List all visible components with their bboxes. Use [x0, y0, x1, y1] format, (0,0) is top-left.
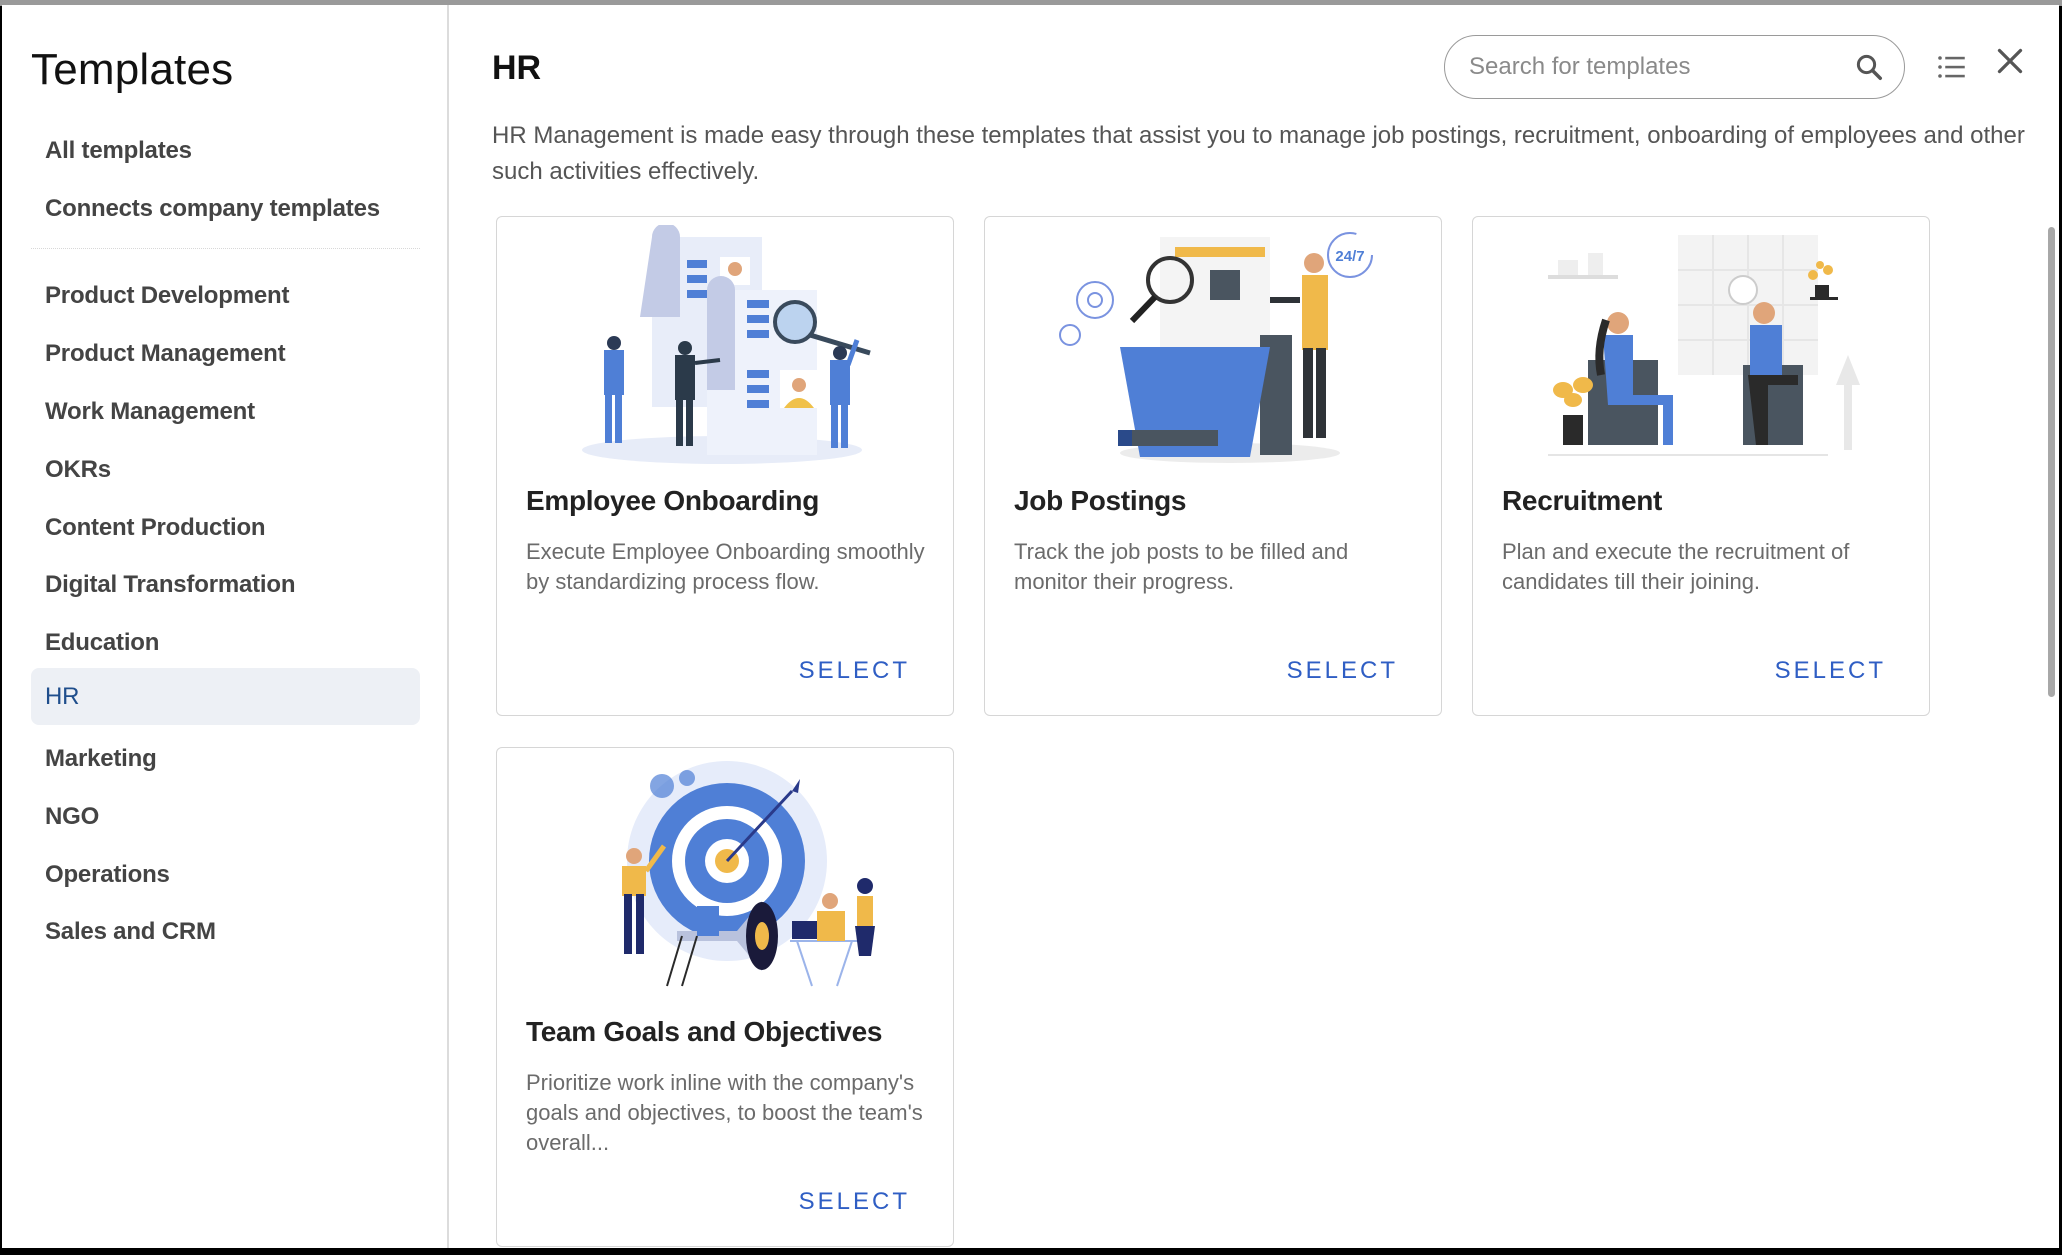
card-title: Team Goals and Objectives [526, 1016, 883, 1047]
recruitment-illustration [1548, 235, 1860, 456]
team-goals-illustration [622, 761, 875, 987]
sidebar-item-digital-transformation[interactable]: Digital Transformation [31, 556, 420, 613]
select-button[interactable]: SELECT [799, 657, 910, 685]
card-description: Execute Employee Onboarding smoothly by … [526, 539, 925, 594]
sidebar-item-marketing[interactable]: Marketing [31, 730, 420, 787]
job-postings-illustration: 24/7 [1059, 232, 1373, 463]
badge-24-7: 24/7 [1335, 248, 1364, 265]
select-button[interactable]: SELECT [1287, 657, 1398, 685]
close-icon[interactable] [1992, 43, 2028, 79]
scrollbar-thumb[interactable] [2048, 227, 2055, 697]
sidebar-item-ngo[interactable]: NGO [31, 788, 420, 845]
sidebar-item-okrs[interactable]: OKRs [31, 441, 420, 498]
sidebar-divider [31, 248, 420, 249]
sidebar-item-sales-crm[interactable]: Sales and CRM [31, 903, 420, 960]
select-button[interactable]: SELECT [799, 1188, 910, 1216]
onboarding-illustration [582, 225, 871, 464]
sidebar-item-operations[interactable]: Operations [31, 846, 420, 903]
card-title: Employee Onboarding [526, 485, 820, 516]
sidebar-item-product-development[interactable]: Product Development [31, 267, 420, 324]
template-card-recruitment[interactable]: Recruitment Plan and execute the recruit… [1472, 216, 1930, 716]
sidebar-item-work-management[interactable]: Work Management [31, 383, 420, 440]
select-button[interactable]: SELECT [1775, 657, 1886, 685]
templates-dialog: Templates All templates Connects company… [2, 5, 2059, 1248]
search-icon[interactable] [1852, 50, 1886, 84]
sidebar-item-product-management[interactable]: Product Management [31, 325, 420, 382]
template-card-job-postings[interactable]: 24/7 Job Postings Track the job posts to… [984, 216, 1442, 716]
card-title: Recruitment [1502, 485, 1663, 516]
page-title: HR [492, 49, 542, 87]
search-input[interactable] [1469, 53, 1852, 81]
card-title: Job Postings [1014, 485, 1187, 516]
sidebar-item-all-templates[interactable]: All templates [31, 122, 420, 179]
template-card-employee-onboarding[interactable]: Employee Onboarding Execute Employee Onb… [496, 216, 954, 716]
page-description: HR Management is made easy through these… [492, 122, 2025, 185]
sidebar-title: Templates [31, 45, 234, 94]
card-description: Plan and execute the recruitment of cand… [1502, 539, 1850, 594]
sidebar: Templates All templates Connects company… [2, 5, 449, 1248]
sidebar-item-hr[interactable]: HR [31, 668, 420, 725]
card-description: Track the job posts to be filled and mon… [1014, 539, 1349, 594]
template-card-team-goals[interactable]: Team Goals and Objectives Prioritize wor… [496, 747, 954, 1247]
sidebar-item-content-production[interactable]: Content Production [31, 499, 420, 556]
sidebar-item-education[interactable]: Education [31, 614, 420, 671]
sidebar-item-company-templates[interactable]: Connects company templates [31, 180, 420, 237]
search-box[interactable] [1444, 35, 1905, 99]
card-description: Prioritize work inline with the company'… [526, 1070, 923, 1155]
main-content: HR HR Management is made easy through th… [451, 5, 2059, 1248]
list-view-icon[interactable] [1934, 49, 1970, 85]
